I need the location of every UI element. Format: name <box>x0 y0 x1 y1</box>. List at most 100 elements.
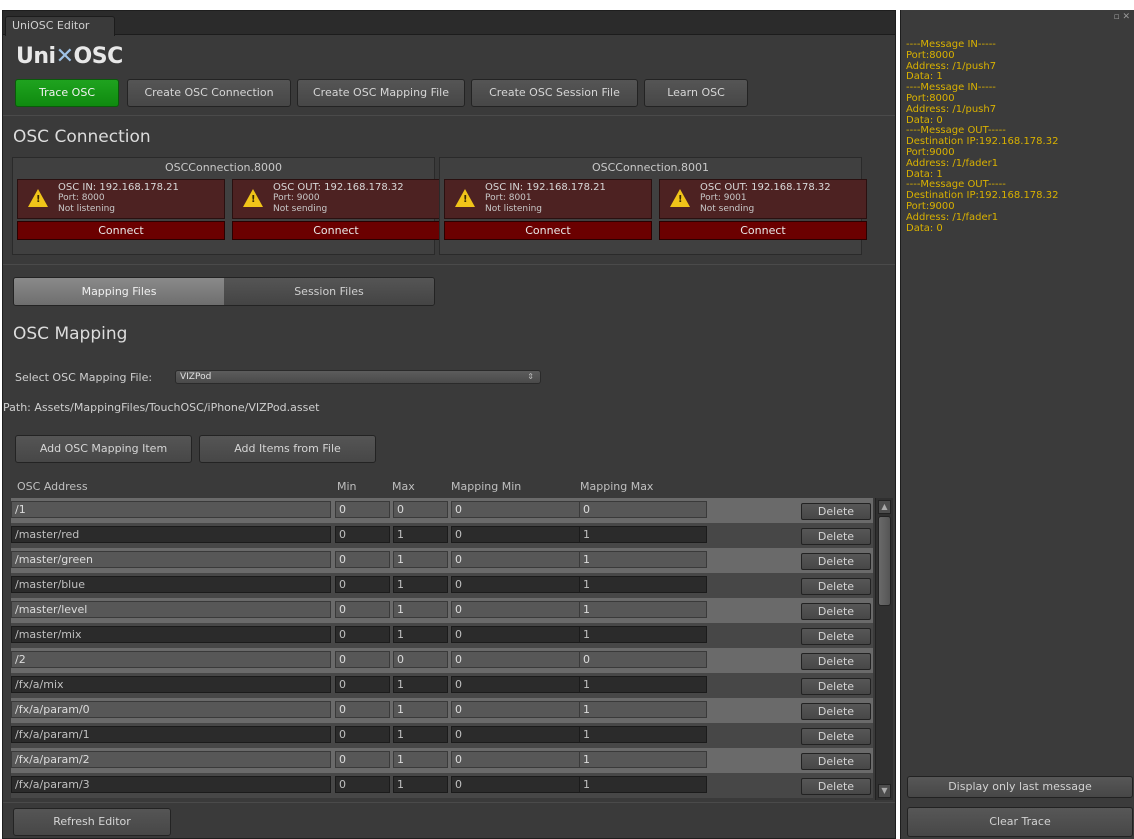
delete-button[interactable]: Delete <box>801 578 871 595</box>
field-address[interactable]: /1 <box>11 501 331 518</box>
scroll-up-arrow-icon[interactable]: ▲ <box>878 500 891 514</box>
clear-trace-button[interactable]: Clear Trace <box>907 807 1133 837</box>
field-min[interactable]: 0 <box>335 576 390 593</box>
delete-button[interactable]: Delete <box>801 703 871 720</box>
field-min[interactable]: 0 <box>335 676 390 693</box>
field-address[interactable]: /fx/a/mix <box>11 676 331 693</box>
delete-button[interactable]: Delete <box>801 528 871 545</box>
mapping-file-select[interactable]: VIZPod ⇕ <box>175 370 541 384</box>
field-address[interactable]: /master/blue <box>11 576 331 593</box>
field-max[interactable]: 1 <box>393 751 448 768</box>
field-max[interactable]: 1 <box>393 601 448 618</box>
field-mmin[interactable]: 0 <box>451 751 580 768</box>
delete-button[interactable]: Delete <box>801 603 871 620</box>
field-min[interactable]: 0 <box>335 701 390 718</box>
field-address[interactable]: /2 <box>11 651 331 668</box>
refresh-editor-button[interactable]: Refresh Editor <box>13 808 171 836</box>
tab-session-files[interactable]: Session Files <box>224 278 434 305</box>
delete-button[interactable]: Delete <box>801 678 871 695</box>
field-address[interactable]: /master/red <box>11 526 331 543</box>
field-max[interactable]: 0 <box>393 651 448 668</box>
mapping-scrollbar[interactable]: ▲ ▼ <box>875 498 893 800</box>
field-mmax[interactable]: 1 <box>579 551 707 568</box>
field-mmax[interactable]: 1 <box>579 751 707 768</box>
connect-in-button[interactable]: Connect <box>444 221 652 240</box>
field-min[interactable]: 0 <box>335 776 390 793</box>
field-mmin[interactable]: 0 <box>451 551 580 568</box>
delete-button[interactable]: Delete <box>801 628 871 645</box>
delete-button[interactable]: Delete <box>801 653 871 670</box>
field-max[interactable]: 0 <box>393 501 448 518</box>
field-address[interactable]: /master/green <box>11 551 331 568</box>
field-mmin[interactable]: 0 <box>451 701 580 718</box>
field-address[interactable]: /fx/a/param/0 <box>11 701 331 718</box>
field-mmax[interactable]: 1 <box>579 776 707 793</box>
scroll-thumb[interactable] <box>878 516 891 606</box>
field-mmax[interactable]: 1 <box>579 701 707 718</box>
osc-in-port: Port: 8001 <box>485 193 532 203</box>
connect-out-button[interactable]: Connect <box>659 221 867 240</box>
connect-out-button[interactable]: Connect <box>232 221 440 240</box>
delete-button[interactable]: Delete <box>801 553 871 570</box>
field-max[interactable]: 1 <box>393 726 448 743</box>
field-min[interactable]: 0 <box>335 651 390 668</box>
field-mmin[interactable]: 0 <box>451 651 580 668</box>
display-only-last-message-button[interactable]: Display only last message <box>907 776 1133 798</box>
field-mmax[interactable]: 1 <box>579 726 707 743</box>
field-max[interactable]: 1 <box>393 701 448 718</box>
window-controls-icon[interactable]: ▫ ✕ <box>1113 12 1130 22</box>
field-mmin[interactable]: 0 <box>451 501 580 518</box>
field-max[interactable]: 1 <box>393 776 448 793</box>
field-mmin[interactable]: 0 <box>451 601 580 618</box>
field-mmax[interactable]: 1 <box>579 601 707 618</box>
field-mmax[interactable]: 1 <box>579 576 707 593</box>
create-osc-session-file-button[interactable]: Create OSC Session File <box>471 79 638 107</box>
field-max[interactable]: 1 <box>393 676 448 693</box>
field-mmin[interactable]: 0 <box>451 676 580 693</box>
field-max[interactable]: 1 <box>393 626 448 643</box>
field-address[interactable]: /master/mix <box>11 626 331 643</box>
tab-unioscs-editor[interactable]: UniOSC Editor <box>5 16 115 36</box>
field-min[interactable]: 0 <box>335 751 390 768</box>
field-min[interactable]: 0 <box>335 551 390 568</box>
field-mmax[interactable]: 0 <box>579 501 707 518</box>
create-osc-mapping-file-button[interactable]: Create OSC Mapping File <box>297 79 465 107</box>
trace-osc-button[interactable]: Trace OSC <box>15 79 119 107</box>
field-mmax[interactable]: 0 <box>579 651 707 668</box>
field-max[interactable]: 1 <box>393 576 448 593</box>
field-min[interactable]: 0 <box>335 626 390 643</box>
field-mmin[interactable]: 0 <box>451 576 580 593</box>
field-mmin[interactable]: 0 <box>451 726 580 743</box>
delete-button[interactable]: Delete <box>801 503 871 520</box>
create-osc-connection-button[interactable]: Create OSC Connection <box>127 79 291 107</box>
delete-button[interactable]: Delete <box>801 778 871 795</box>
field-min[interactable]: 0 <box>335 726 390 743</box>
field-max[interactable]: 1 <box>393 526 448 543</box>
field-mmax[interactable]: 1 <box>579 676 707 693</box>
field-mmin[interactable]: 0 <box>451 526 580 543</box>
learn-osc-button[interactable]: Learn OSC <box>644 79 748 107</box>
field-address[interactable]: /fx/a/param/2 <box>11 751 331 768</box>
table-row: /master/level 0 1 0 1 Delete <box>11 598 873 623</box>
table-row: /fx/a/param/0 0 1 0 1 Delete <box>11 698 873 723</box>
add-osc-mapping-item-button[interactable]: Add OSC Mapping Item <box>15 435 192 463</box>
add-items-from-file-button[interactable]: Add Items from File <box>199 435 376 463</box>
tab-mapping-files[interactable]: Mapping Files <box>14 278 224 305</box>
select-arrow-icon: ⇕ <box>527 372 534 381</box>
field-address[interactable]: /fx/a/param/3 <box>11 776 331 793</box>
connect-in-button[interactable]: Connect <box>17 221 225 240</box>
mapping-file-path: Path: Assets/MappingFiles/TouchOSC/iPhon… <box>3 401 320 414</box>
delete-button[interactable]: Delete <box>801 753 871 770</box>
field-mmin[interactable]: 0 <box>451 776 580 793</box>
delete-button[interactable]: Delete <box>801 728 871 745</box>
field-mmax[interactable]: 1 <box>579 526 707 543</box>
field-max[interactable]: 1 <box>393 551 448 568</box>
field-min[interactable]: 0 <box>335 526 390 543</box>
field-min[interactable]: 0 <box>335 501 390 518</box>
field-address[interactable]: /master/level <box>11 601 331 618</box>
scroll-down-arrow-icon[interactable]: ▼ <box>878 784 891 798</box>
field-address[interactable]: /fx/a/param/1 <box>11 726 331 743</box>
field-mmax[interactable]: 1 <box>579 626 707 643</box>
field-mmin[interactable]: 0 <box>451 626 580 643</box>
field-min[interactable]: 0 <box>335 601 390 618</box>
